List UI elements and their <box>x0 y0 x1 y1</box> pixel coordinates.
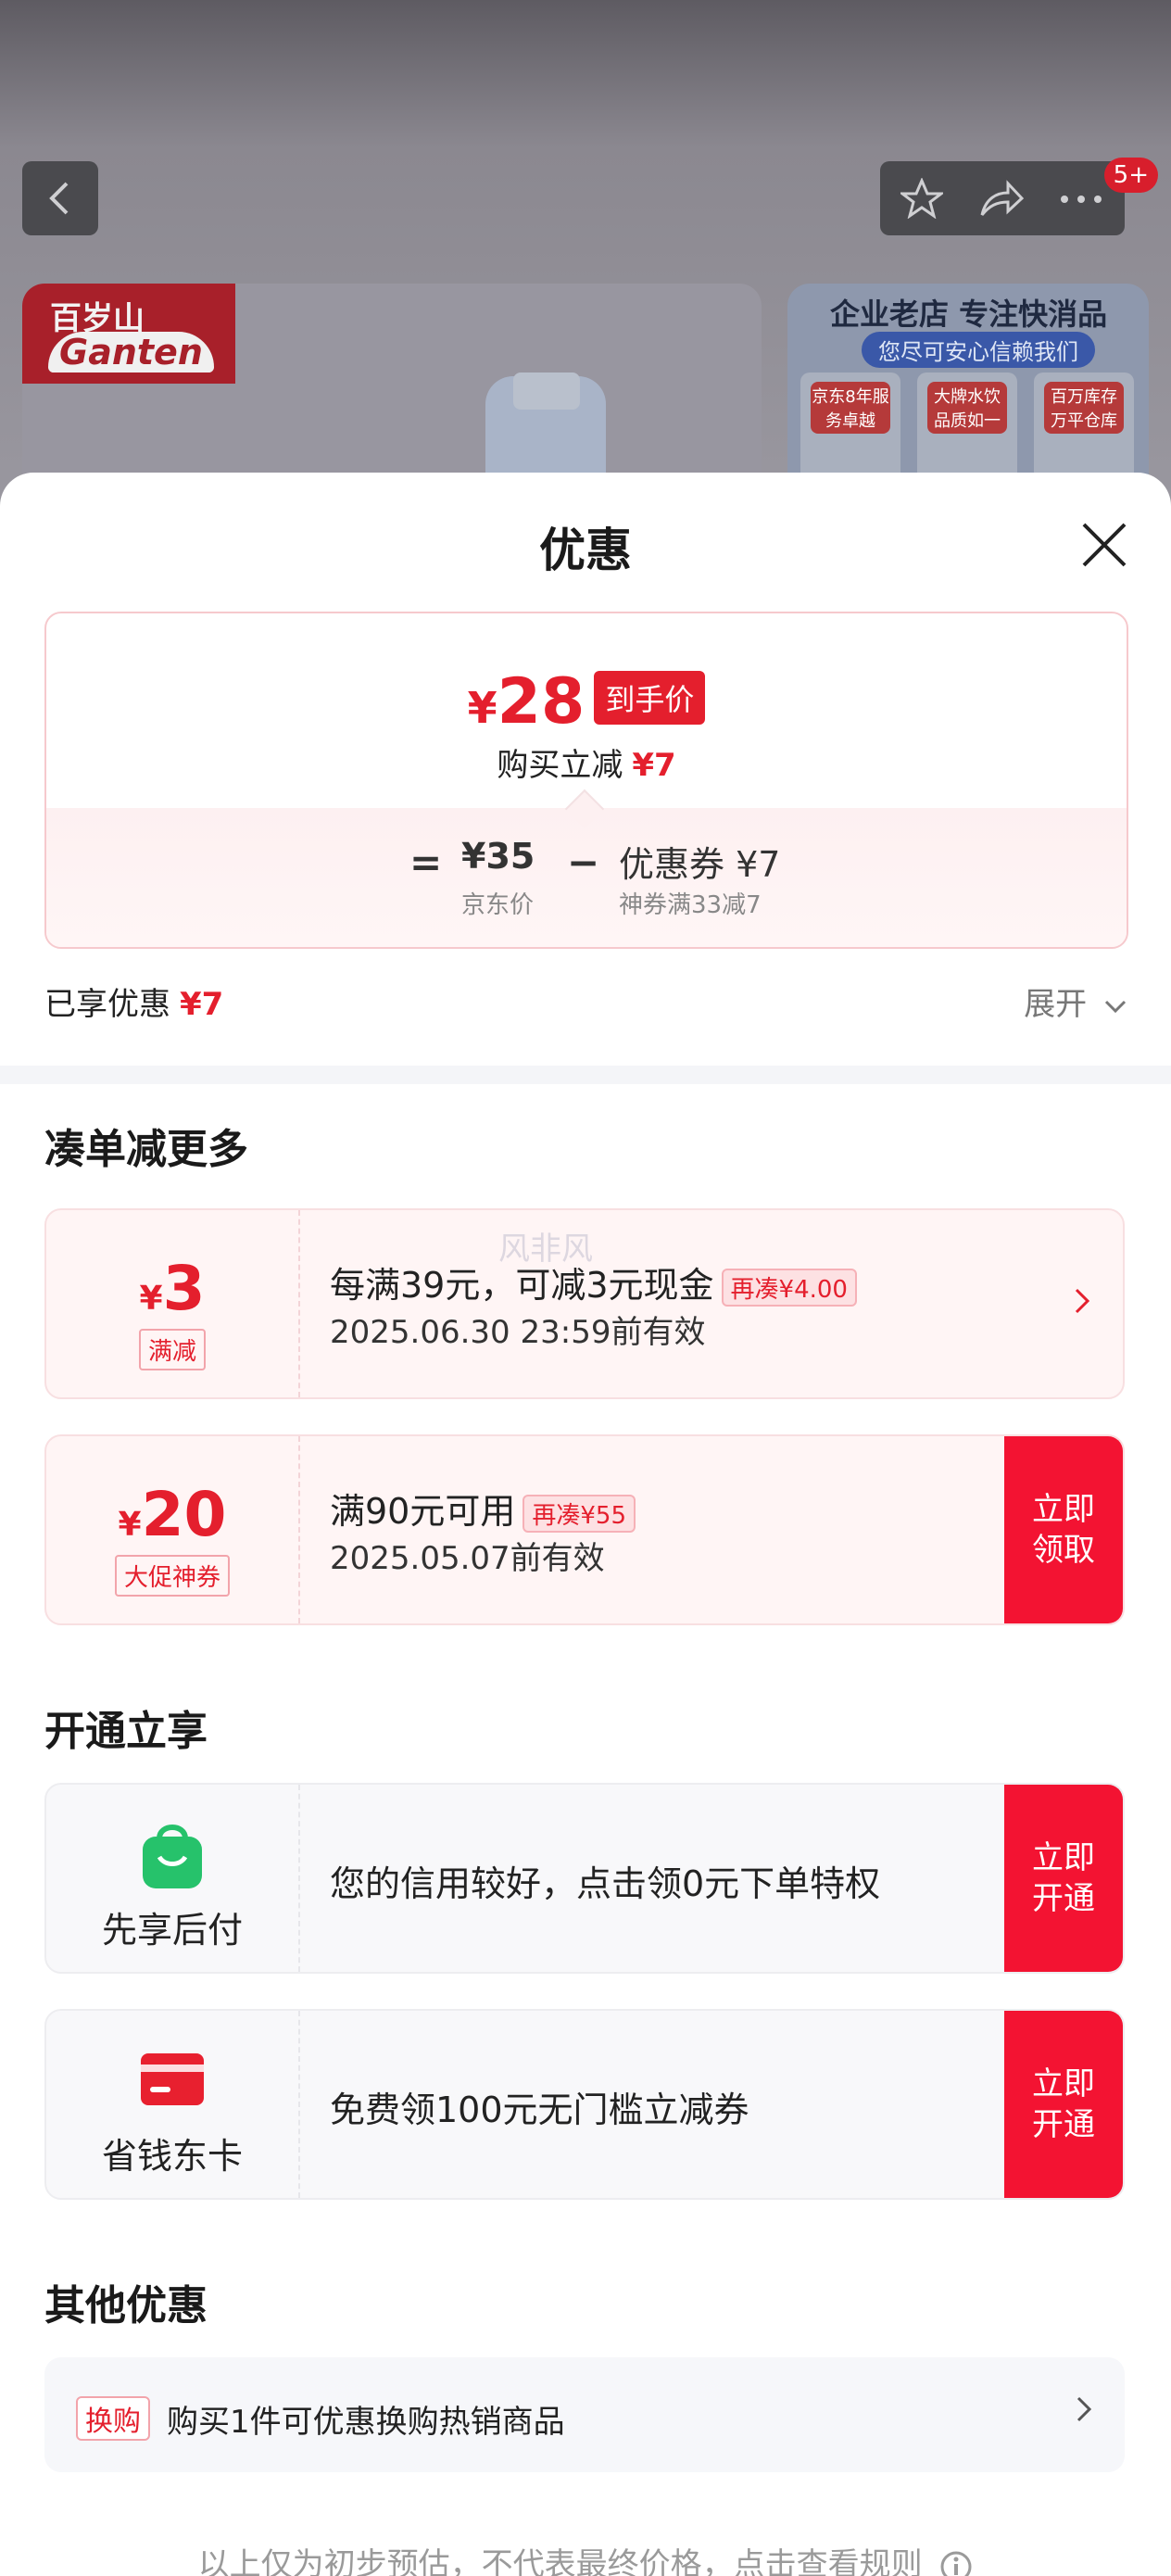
instant-discount-value: ¥7 <box>632 747 676 784</box>
coupon-gap-tag: 再凑¥4.00 <box>721 1269 857 1307</box>
enjoyed-value: ¥7 <box>180 986 224 1023</box>
coupon-amount: ¥20 <box>118 1479 227 1550</box>
ad-title: 企业老店 专注快消品 <box>830 297 1108 332</box>
rules-footnote[interactable]: 以上仅为初步预估，不代表最终价格，点击查看规则 <box>0 2539 1171 2576</box>
watermark-text: 风非风 <box>498 1231 593 1268</box>
instant-discount: 购买立减 ¥7 <box>46 739 1127 785</box>
coupon-value: 优惠券 ¥7 <box>619 844 781 885</box>
coupon-description: 每满39元，可减3元现金 再凑¥4.00 <box>330 1256 857 1307</box>
shopping-bag-icon <box>143 1825 202 1888</box>
coupon-validity: 2025.05.07前有效 <box>330 1540 605 1577</box>
expand-label: 展开 <box>1024 986 1088 1023</box>
card-icon <box>141 2053 204 2105</box>
coupon-amount-block: ¥20 大促神券 <box>46 1436 300 1623</box>
yen-symbol: ¥ <box>467 683 497 733</box>
claim-coupon-button[interactable]: 立即领取 <box>1004 1436 1123 1623</box>
expand-button[interactable]: 展开 <box>1024 979 1127 1024</box>
service-name: 先享后付 <box>101 1910 243 1951</box>
coupon-description: 满90元可用 再凑¥55 <box>330 1483 636 1534</box>
more-icon[interactable] <box>1060 195 1102 204</box>
service-icon-block: 先享后付 <box>46 1785 300 1972</box>
section-title-more: 凑单减更多 <box>44 1126 248 1173</box>
nav-action-group <box>880 161 1125 235</box>
base-price-label: 京东价 <box>461 891 535 919</box>
chevron-down-icon <box>1104 1000 1127 1013</box>
coupon-gap-tag: 再凑¥55 <box>523 1495 636 1533</box>
notification-badge: 5+ <box>1103 158 1158 193</box>
minus-sign: − <box>567 840 600 885</box>
service-description: 免费领100元无门槛立减券 <box>330 2090 749 2130</box>
final-price-card: ¥28 到手价 购买立减 ¥7 = ¥35 京东价 − 优惠券 ¥7 神券满33减7 <box>44 612 1128 949</box>
service-saver-card: 省钱东卡 免费领100元无门槛立减券 立即开通 <box>44 2009 1125 2200</box>
service-pay-later: 先享后付 您的信用较好，点击领0元下单特权 立即开通 <box>44 1783 1125 1974</box>
trade-up-text: 购买1件可优惠换购热销商品 <box>167 2404 565 2441</box>
coupon-validity: 2025.06.30 23:59前有效 <box>330 1314 706 1351</box>
trade-up-row[interactable]: 换购 购买1件可优惠换购热销商品 <box>44 2357 1125 2472</box>
close-icon[interactable] <box>1080 521 1128 569</box>
chevron-right-icon[interactable] <box>1075 1288 1089 1314</box>
bottle-cap <box>513 373 580 410</box>
service-description: 您的信用较好，点击领0元下单特权 <box>330 1863 881 1904</box>
sheet-title: 优惠 <box>539 524 632 577</box>
trade-up-tag: 换购 <box>76 2396 150 2441</box>
discount-sheet: 优惠 ¥28 到手价 购买立减 ¥7 = ¥35 京东价 − 优惠券 ¥7 神券满3… <box>0 473 1171 2576</box>
price-formula: = ¥35 京东价 − 优惠券 ¥7 神券满33减7 <box>46 808 1127 947</box>
share-icon[interactable] <box>978 178 1025 219</box>
coupon-amount: ¥3 <box>139 1253 206 1324</box>
coupon-type-label: 满减 <box>138 1329 207 1370</box>
info-icon <box>940 2551 972 2576</box>
chevron-left-icon <box>49 182 69 215</box>
back-button[interactable] <box>22 161 98 235</box>
final-price: ¥28 到手价 <box>46 665 1127 739</box>
logo-text-bottom: Ganten <box>48 332 214 373</box>
ad-subtitle: 您尽可安心信赖我们 <box>862 332 1095 368</box>
coupon-label: 神券满33减7 <box>619 891 762 919</box>
activate-button[interactable]: 立即开通 <box>1004 2011 1123 2198</box>
section-title-open: 开通立享 <box>44 1708 208 1755</box>
brand-logo: 百岁山 Ganten <box>22 284 235 384</box>
coupon-amount-block: ¥3 满减 <box>46 1210 300 1397</box>
star-icon[interactable] <box>900 178 943 219</box>
product-page-background: 5+ 百岁山 Ganten 企业老店 专注快消品 您尽可安心信赖我们 京东8年服… <box>0 0 1171 524</box>
chevron-right-icon <box>1077 2396 1091 2422</box>
final-price-tag: 到手价 <box>594 671 706 725</box>
service-name: 省钱东卡 <box>101 2136 243 2177</box>
enjoyed-label: 已享优惠 <box>44 986 170 1023</box>
equals-sign: = <box>409 840 443 885</box>
activate-button[interactable]: 立即开通 <box>1004 1785 1123 1972</box>
final-price-amount: 28 <box>497 665 586 739</box>
instant-discount-label: 购买立减 <box>497 747 623 784</box>
coupon-type-label: 大促神券 <box>114 1555 231 1597</box>
coupon-promo: ¥20 大促神券 满90元可用 再凑¥55 2025.05.07前有效 立即领取 <box>44 1434 1125 1625</box>
enjoyed-discount: 已享优惠 ¥7 <box>44 979 223 1024</box>
service-icon-block: 省钱东卡 <box>46 2011 300 2198</box>
section-title-other: 其他优惠 <box>44 2282 208 2330</box>
base-price-value: ¥35 <box>461 836 535 877</box>
section-divider <box>0 1066 1171 1084</box>
